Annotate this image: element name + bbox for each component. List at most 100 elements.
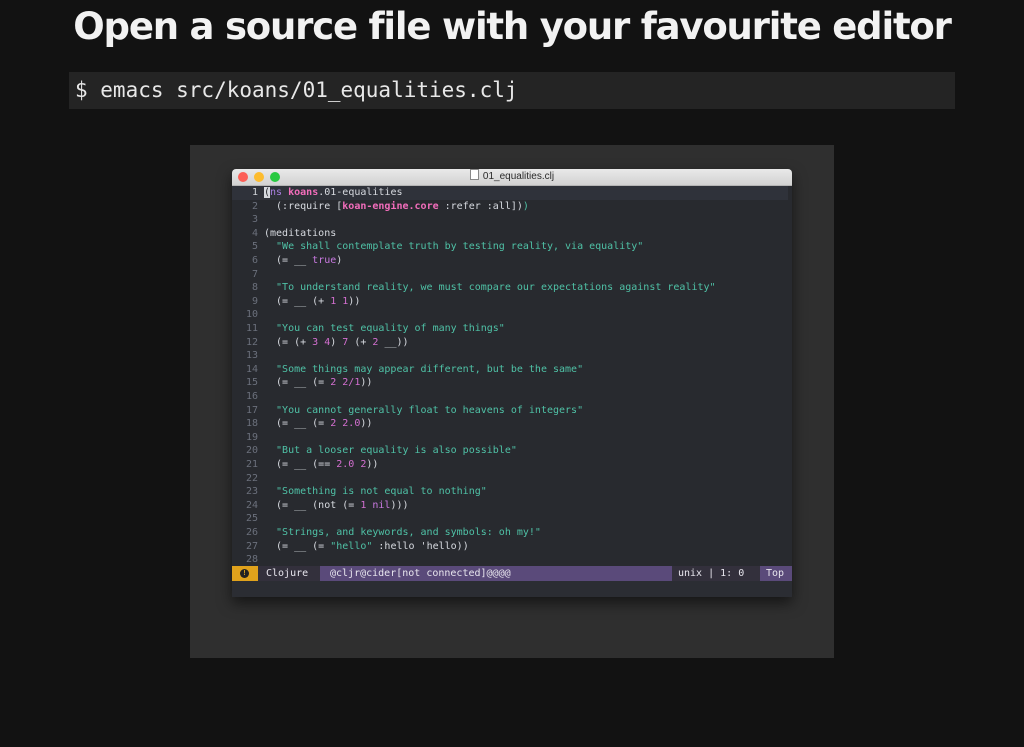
code-token: )) <box>366 459 379 470</box>
line-number: 18 <box>245 418 258 430</box>
terminal-command: $ emacs src/koans/01_equalities.clj <box>69 72 955 109</box>
line-number: 10 <box>245 309 258 321</box>
code-token: 3 4 <box>312 336 331 348</box>
code-token: )) <box>360 377 373 389</box>
code-line[interactable]: 16 <box>232 390 788 404</box>
code-token: ) <box>336 255 343 266</box>
code-token: __)) <box>378 336 409 348</box>
code-token: .01-equalities <box>318 187 403 198</box>
line-number: 2 <box>251 200 258 212</box>
file-icon <box>469 169 479 180</box>
code-token: (+ <box>348 336 373 348</box>
code-line[interactable]: 26 "Strings, and keywords, and symbols: … <box>232 526 788 540</box>
code-line[interactable]: 21 (= __ (== 2.0 2)) <box>232 458 788 472</box>
code-line[interactable]: 1 (ns koans.01-equalities <box>232 186 788 200</box>
code-token: :refer :all]) <box>438 200 523 212</box>
window-title: 01_equalities.clj <box>232 169 792 185</box>
code-line[interactable]: 19 <box>232 431 788 445</box>
mode-line: ! Clojure @cljr@cider[not connected]@@@@… <box>232 566 792 581</box>
code-line[interactable]: 24 (= __ (not (= 1 nil))) <box>232 499 788 513</box>
editor-window: 01_equalities.clj 1 (ns koans.01-equaliti… <box>232 169 792 597</box>
line-number: 26 <box>245 527 258 538</box>
code-line[interactable]: 4 (meditations <box>232 227 788 241</box>
code-line[interactable]: 15 (= __ (= 2 2/1)) <box>232 376 788 390</box>
window-titlebar[interactable]: 01_equalities.clj <box>232 169 792 186</box>
code-token: "You cannot generally float to heavens o… <box>264 404 584 416</box>
line-number: 22 <box>245 472 258 484</box>
line-number: 11 <box>245 323 258 334</box>
code-token: ns <box>270 187 283 198</box>
code-line[interactable]: 5 "We shall contemplate truth by testing… <box>232 240 788 254</box>
line-number: 19 <box>245 431 258 443</box>
code-token: (= __ (+ <box>264 295 331 307</box>
code-token: :hello 'hello)) <box>372 540 469 552</box>
code-token: (= __ (not (= <box>264 499 361 511</box>
line-number: 1 <box>251 187 258 198</box>
code-token: "You can test equality of many things" <box>264 323 505 334</box>
screenshot-frame: 01_equalities.clj 1 (ns koans.01-equaliti… <box>190 145 834 658</box>
code-line[interactable]: 25 <box>232 512 788 526</box>
modeline-warning[interactable]: ! <box>232 566 258 581</box>
code-token: "To understand reality, we must compare … <box>264 282 716 294</box>
code-line[interactable]: 17 "You cannot generally float to heaven… <box>232 404 788 418</box>
code-line[interactable]: 20 "But a looser equality is also possib… <box>232 444 788 458</box>
line-number: 9 <box>251 295 258 307</box>
code-line[interactable]: 18 (= __ (= 2 2.0)) <box>232 417 788 431</box>
code-token: (= __ (= <box>264 418 331 430</box>
code-token: nil <box>372 499 391 511</box>
code-token: "We shall contemplate truth by testing r… <box>264 241 644 253</box>
line-number: 24 <box>245 499 258 511</box>
code-token: (:require [ <box>264 200 343 212</box>
line-number: 20 <box>245 445 258 457</box>
major-mode[interactable]: Clojure <box>258 566 320 581</box>
code-token: (= __ (= <box>264 540 331 552</box>
code-line[interactable]: 10 <box>232 308 788 322</box>
code-token: true <box>312 255 337 266</box>
buffer-position: Top <box>766 568 785 579</box>
code-line[interactable]: 23 "Something is not equal to nothing" <box>232 485 788 499</box>
line-number: 5 <box>251 241 258 253</box>
warning-icon: ! <box>240 569 249 578</box>
code-line[interactable]: 13 <box>232 349 788 363</box>
code-line[interactable]: 8 "To understand reality, we must compar… <box>232 281 788 295</box>
code-token: "Some things may appear different, but b… <box>264 363 584 375</box>
code-token: "hello" <box>330 540 373 552</box>
code-token: koans <box>288 187 319 198</box>
code-token: "But a looser equality is also possible" <box>264 445 517 457</box>
code-editor[interactable]: 1 (ns koans.01-equalities 2 (:require [koa… <box>232 186 792 566</box>
line-number: 25 <box>245 513 258 525</box>
line-number: 14 <box>245 363 258 375</box>
code-token: 2.0 2 <box>336 459 367 470</box>
code-line[interactable]: 12 (= (+ 3 4) 7 (+ 2 __)) <box>232 336 788 350</box>
code-line[interactable]: 2 (:require [koan-engine.core :refer :al… <box>232 200 788 214</box>
code-token: ))) <box>390 499 409 511</box>
line-number: 13 <box>245 350 258 362</box>
code-token: 2 2.0 <box>330 418 361 430</box>
code-token: (= __ <box>264 255 313 266</box>
code-token: )) <box>348 295 361 307</box>
code-line[interactable]: 6 (= __ true) <box>232 254 788 268</box>
line-number: 8 <box>251 282 258 294</box>
line-number: 15 <box>245 377 258 389</box>
echo-area[interactable] <box>232 581 792 597</box>
code-line[interactable]: 27 (= __ (= "hello" :hello 'hello)) <box>232 540 788 554</box>
code-line[interactable]: 14 "Some things may appear different, bu… <box>232 363 788 377</box>
code-token: ) <box>330 336 343 348</box>
code-token: (= (+ <box>264 336 313 348</box>
code-line[interactable]: 11 "You can test equality of many things… <box>232 322 788 336</box>
window-title-text: 01_equalities.clj <box>482 171 555 182</box>
slide-title: Open a source file with your favourite e… <box>73 5 952 48</box>
line-number: 6 <box>251 255 258 266</box>
code-line[interactable]: 22 <box>232 472 788 486</box>
code-token: "Something is not equal to nothing" <box>264 486 487 498</box>
code-line[interactable]: 7 <box>232 268 788 282</box>
code-token: 1 1 <box>330 295 349 307</box>
minor-modes[interactable]: @cljr@cider[not connected]@@@@ <box>330 566 511 581</box>
code-token: koan-engine.core <box>342 200 439 212</box>
code-token: (= __ (= <box>264 377 331 389</box>
line-number: 3 <box>251 214 258 226</box>
encoding-position: unix | 1: 0 <box>672 566 760 581</box>
code-line[interactable]: 9 (= __ (+ 1 1)) <box>232 295 788 309</box>
code-line[interactable]: 3 <box>232 213 788 227</box>
code-token: ) <box>522 200 529 212</box>
